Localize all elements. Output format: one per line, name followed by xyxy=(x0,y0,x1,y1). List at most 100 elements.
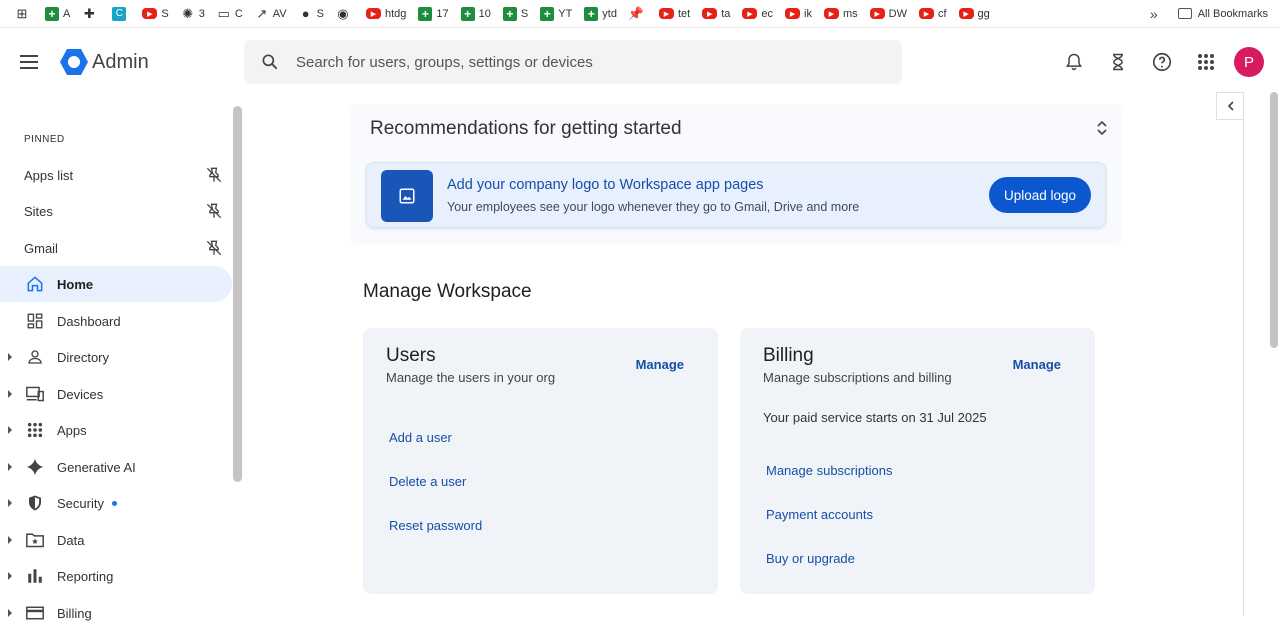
bookmark-item[interactable]: 📌 xyxy=(624,2,652,26)
folder-icon xyxy=(1177,8,1192,19)
admin-logo[interactable]: Admin xyxy=(60,49,149,75)
buy-or-upgrade-link[interactable]: Buy or upgrade xyxy=(766,551,855,566)
sidebar-item-label: Apps xyxy=(57,422,87,438)
bookmark-item[interactable]: ▶ ik xyxy=(780,2,817,26)
help-button[interactable] xyxy=(1144,44,1180,80)
expand-caret-icon[interactable] xyxy=(8,353,12,361)
pinned-item-apps-list[interactable]: Apps list xyxy=(0,157,232,193)
bookmark-item[interactable]: +17 xyxy=(413,2,453,26)
bookmark-item[interactable]: ▶ gg xyxy=(954,2,995,26)
main-menu-button[interactable] xyxy=(20,50,44,74)
recommendation-card: Add your company logo to Workspace app p… xyxy=(366,162,1106,228)
pinned-item-gmail[interactable]: Gmail xyxy=(0,230,232,266)
sidebar-item-home[interactable]: Home xyxy=(0,266,232,302)
reset-password-link[interactable]: Reset password xyxy=(389,518,482,533)
openai-icon: ✺ xyxy=(182,5,194,21)
bookmark-item[interactable]: + A xyxy=(40,2,75,26)
sidebar-item-label: Billing xyxy=(57,605,92,621)
youtube-icon: ▶ xyxy=(365,8,381,19)
tasks-button[interactable] xyxy=(1100,44,1136,80)
sidebar-item-generative-ai[interactable]: Generative AI xyxy=(0,449,232,485)
bookmark-label: 10 xyxy=(478,7,491,20)
admin-logo-icon xyxy=(60,49,88,75)
users-manage-link[interactable]: Manage xyxy=(636,357,684,372)
bookmark-item[interactable]: ▶ S xyxy=(137,2,173,26)
notifications-button[interactable] xyxy=(1056,44,1092,80)
search-input[interactable]: Search for users, groups, settings or de… xyxy=(296,54,593,71)
sidebar-item-billing[interactable]: Billing xyxy=(0,595,232,631)
add-user-link[interactable]: Add a user xyxy=(389,430,452,445)
sidebar-item-data[interactable]: Data xyxy=(0,522,232,558)
youtube-icon: ▶ xyxy=(958,8,974,19)
search-bar[interactable]: Search for users, groups, settings or de… xyxy=(244,40,902,84)
side-panel-toggle[interactable] xyxy=(1216,92,1244,120)
sidebar-scrollbar[interactable] xyxy=(233,106,242,482)
sidebar-item-directory[interactable]: Directory xyxy=(0,339,232,375)
bookmark-item[interactable]: ▶ ms xyxy=(819,2,863,26)
github-icon: ◉ xyxy=(337,5,349,21)
users-card-subtitle: Manage the users in your org xyxy=(386,370,556,385)
bookmark-item[interactable]: C xyxy=(107,2,135,26)
image-icon xyxy=(381,170,433,222)
pinned-item-sites[interactable]: Sites xyxy=(0,193,232,229)
expand-caret-icon[interactable] xyxy=(8,426,12,434)
all-bookmarks-button[interactable]: All Bookmarks xyxy=(1198,8,1268,20)
bookmark-item[interactable]: ✺ 3 xyxy=(176,2,210,26)
youtube-icon: ▶ xyxy=(918,8,934,19)
expand-caret-icon[interactable] xyxy=(8,572,12,580)
bookmark-item[interactable]: ● S xyxy=(294,2,329,26)
sidebar-item-dashboard[interactable]: Dashboard xyxy=(0,303,232,339)
expand-caret-icon[interactable] xyxy=(8,463,12,471)
bookmark-item[interactable]: +10 xyxy=(456,2,496,26)
more-bookmarks-button[interactable]: » xyxy=(1150,6,1158,22)
bookmark-label: ec xyxy=(761,7,774,20)
bookmark-item[interactable]: + S xyxy=(498,2,533,26)
bookmark-item[interactable]: ▶ cf xyxy=(914,2,952,26)
sidebar-item-label: Security xyxy=(57,495,104,511)
bookmark-item[interactable]: ▶ htdg xyxy=(361,2,411,26)
google-apps-button[interactable] xyxy=(1188,44,1224,80)
apps-grid-icon: ⊞ xyxy=(16,5,28,21)
avatar[interactable]: P xyxy=(1234,47,1264,77)
unpin-icon[interactable] xyxy=(204,238,224,258)
bookmark-label: ms xyxy=(842,7,858,20)
billing-icon xyxy=(25,603,45,623)
delete-user-link[interactable]: Delete a user xyxy=(389,474,466,489)
bookmark-item[interactable]: ▶ ec xyxy=(737,2,778,26)
payment-accounts-link[interactable]: Payment accounts xyxy=(766,507,873,522)
bookmark-label: 17 xyxy=(436,7,449,20)
sidebar: PINNED Apps list Sites Gmail Home Dashbo… xyxy=(0,96,242,621)
shield-icon xyxy=(25,493,45,513)
bookmark-item[interactable]: ↗ AV xyxy=(250,2,292,26)
bookmark-item[interactable]: ▶ DW xyxy=(865,2,912,26)
bookmark-item[interactable]: ◉ xyxy=(331,2,359,26)
sidebar-item-reporting[interactable]: Reporting xyxy=(0,558,232,594)
bookmark-item[interactable]: ▭ C xyxy=(212,2,248,26)
unpin-icon[interactable] xyxy=(204,165,224,185)
sheets-icon: + xyxy=(45,6,59,21)
bookmark-label: DW xyxy=(888,7,907,20)
bookmark-item[interactable]: ✚ xyxy=(77,2,105,26)
bookmark-item[interactable]: ▶ tet xyxy=(654,2,695,26)
expand-caret-icon[interactable] xyxy=(8,390,12,398)
bookmark-item[interactable]: + YT xyxy=(535,2,577,26)
bookmark-item[interactable]: + ytd xyxy=(579,2,622,26)
sidebar-item-label: Devices xyxy=(57,386,104,402)
dashboard-icon xyxy=(25,311,45,331)
person-icon xyxy=(25,347,45,367)
sidebar-item-devices[interactable]: Devices xyxy=(0,376,232,412)
top-icons: P xyxy=(1048,44,1264,80)
page-scrollbar[interactable] xyxy=(1270,92,1278,348)
expand-caret-icon[interactable] xyxy=(8,536,12,544)
unpin-icon[interactable] xyxy=(204,201,224,221)
unfold-icon[interactable] xyxy=(1094,120,1110,136)
sidebar-item-label: Dashboard xyxy=(57,313,121,329)
sidebar-item-apps[interactable]: Apps xyxy=(0,412,232,448)
sidebar-item-security[interactable]: Security xyxy=(0,485,232,521)
expand-caret-icon[interactable] xyxy=(8,499,12,507)
upload-logo-button[interactable]: Upload logo xyxy=(989,177,1091,213)
bookmark-item[interactable]: ⊞ xyxy=(10,2,38,26)
billing-manage-link[interactable]: Manage xyxy=(1013,357,1061,372)
manage-subscriptions-link[interactable]: Manage subscriptions xyxy=(766,463,892,478)
bookmark-item[interactable]: ▶ ta xyxy=(697,2,735,26)
